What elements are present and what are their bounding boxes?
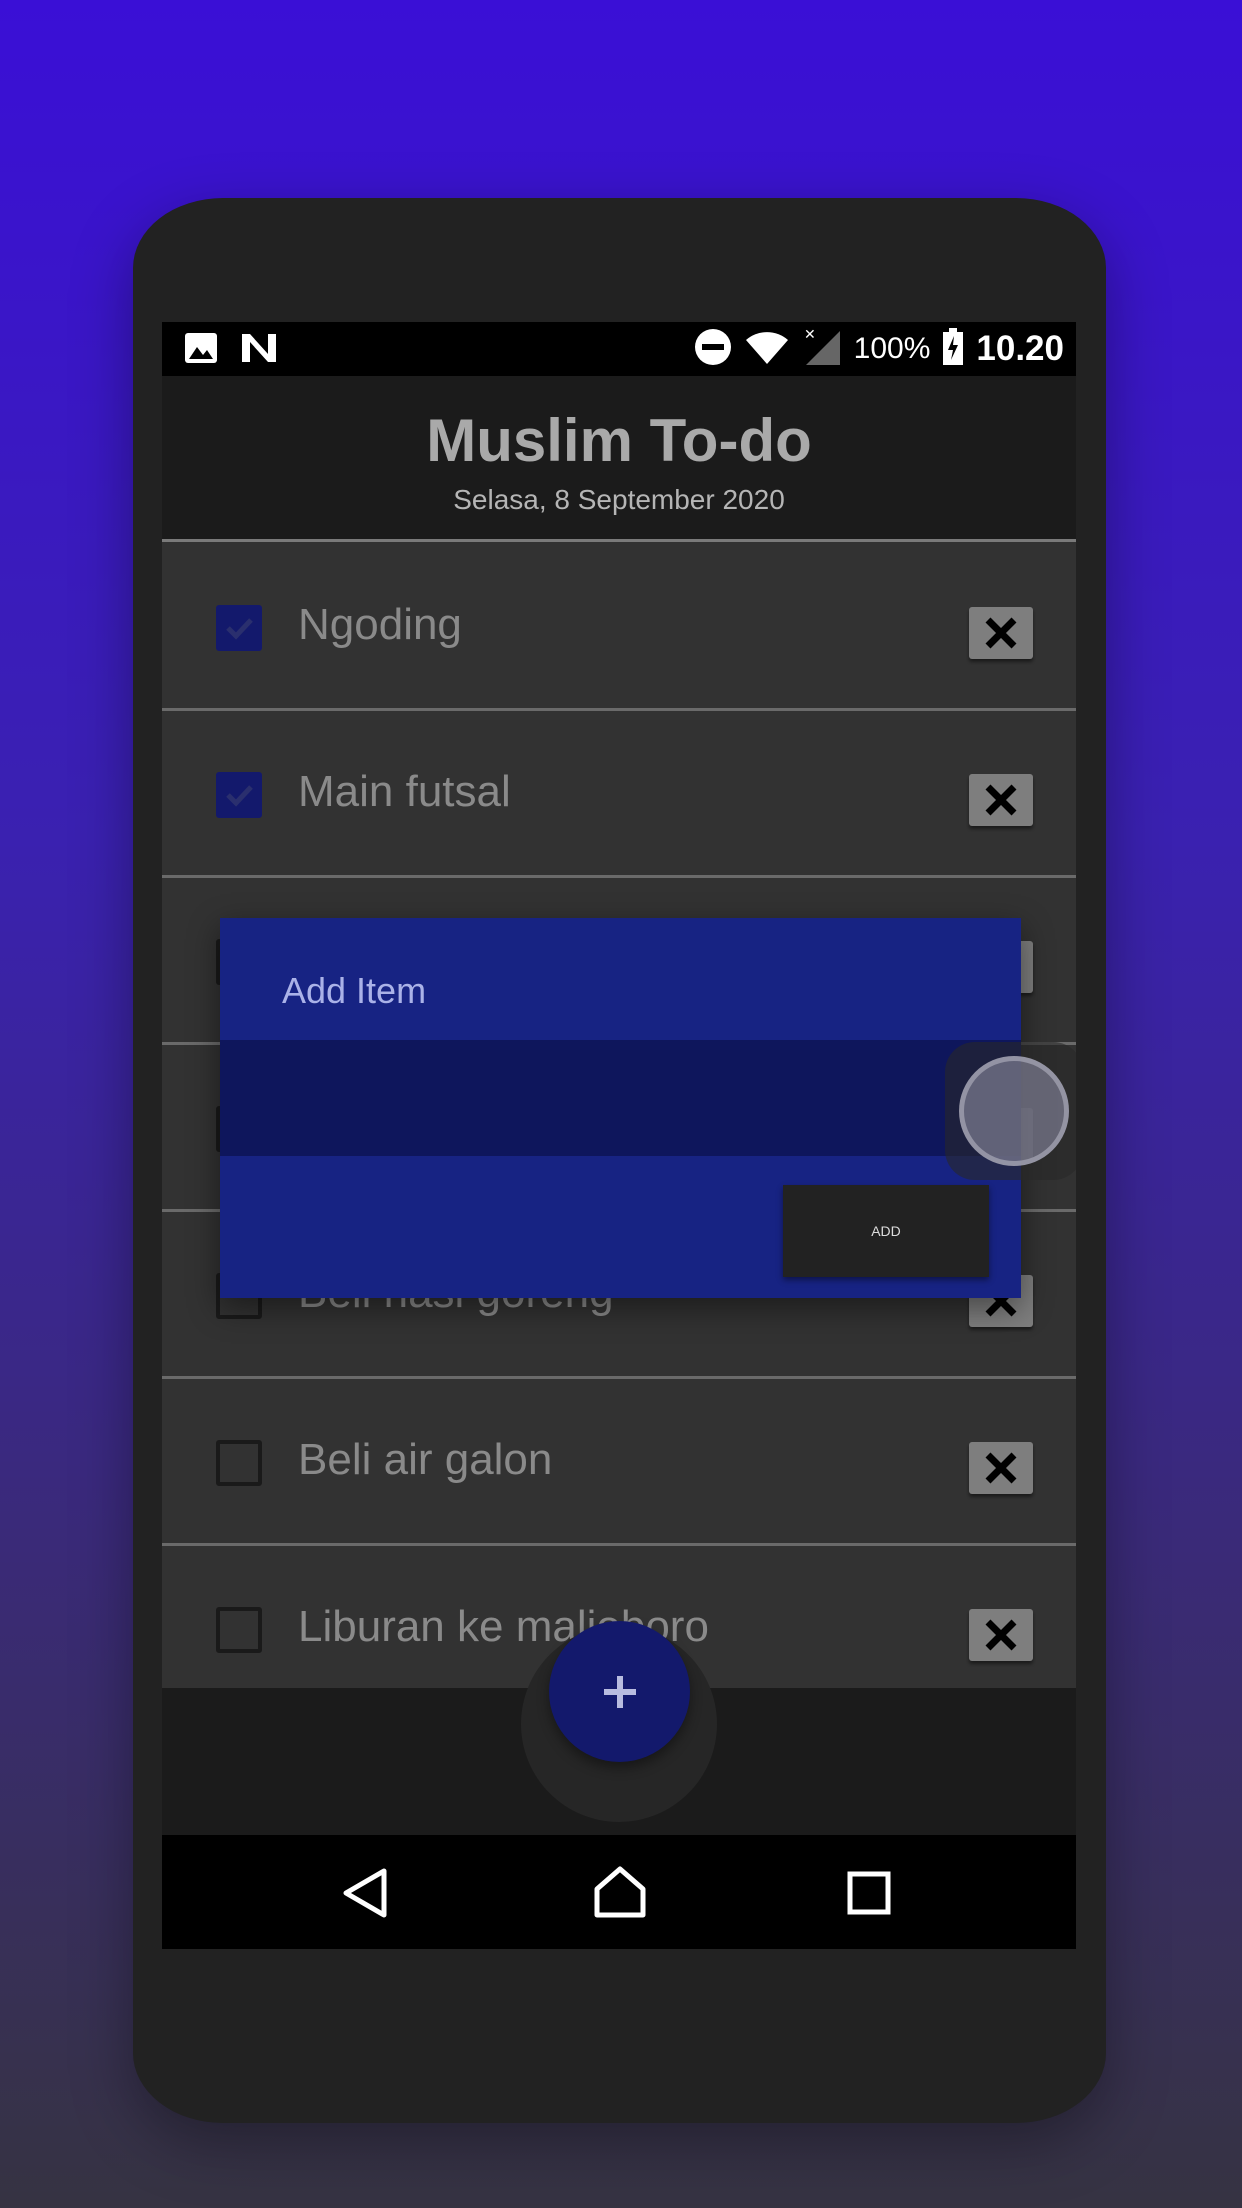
close-icon	[985, 1619, 1017, 1651]
todo-label: Main futsal	[298, 767, 511, 816]
add-item-dialog: Add Item ADD	[220, 918, 1021, 1298]
home-icon[interactable]	[592, 1865, 648, 1924]
n-icon	[240, 330, 278, 371]
wifi-icon	[744, 328, 790, 371]
delete-button[interactable]	[969, 1442, 1033, 1494]
todo-label: Beli air galon	[298, 1435, 553, 1484]
item-input[interactable]	[220, 1040, 1021, 1156]
plus-icon	[603, 1675, 636, 1708]
do-not-disturb-icon	[694, 328, 732, 371]
touch-point	[959, 1056, 1069, 1166]
status-bar: ✕ 100% 10.20	[162, 322, 1076, 376]
close-icon	[985, 784, 1017, 816]
battery-percent: 100%	[853, 332, 931, 365]
image-icon	[184, 330, 218, 371]
svg-text:✕: ✕	[804, 327, 816, 342]
battery-charging-icon	[942, 327, 964, 371]
dialog-title: Add Item	[282, 970, 427, 1011]
page-title: Muslim To-do	[426, 407, 812, 474]
todo-checkbox[interactable]	[216, 772, 262, 818]
signal-icon: ✕	[802, 326, 842, 372]
phone-screen: ✕ 100% 10.20 Muslim To-do Selasa, 8 Sept…	[162, 322, 1076, 1949]
page-date: Selasa, 8 September 2020	[453, 484, 785, 515]
back-icon[interactable]	[340, 1867, 390, 1924]
delete-button[interactable]	[969, 607, 1033, 659]
todo-item: Beli air galon	[162, 1379, 1076, 1546]
todo-checkbox[interactable]	[216, 1440, 262, 1486]
recent-apps-icon[interactable]	[847, 1871, 891, 1920]
navigation-bar	[162, 1835, 1076, 1949]
add-todo-fab[interactable]	[549, 1621, 690, 1762]
app-header: Muslim To-do Selasa, 8 September 2020	[162, 376, 1076, 542]
close-icon	[985, 1452, 1017, 1484]
add-button[interactable]: ADD	[783, 1185, 989, 1277]
todo-item: Ngoding	[162, 544, 1076, 711]
delete-button[interactable]	[969, 1609, 1033, 1661]
todo-label: Ngoding	[298, 600, 462, 649]
delete-button[interactable]	[969, 774, 1033, 826]
todo-checkbox[interactable]	[216, 605, 262, 651]
todo-checkbox[interactable]	[216, 1607, 262, 1653]
close-icon	[985, 617, 1017, 649]
todo-item: Main futsal	[162, 711, 1076, 878]
clock: 10.20	[976, 329, 1064, 368]
